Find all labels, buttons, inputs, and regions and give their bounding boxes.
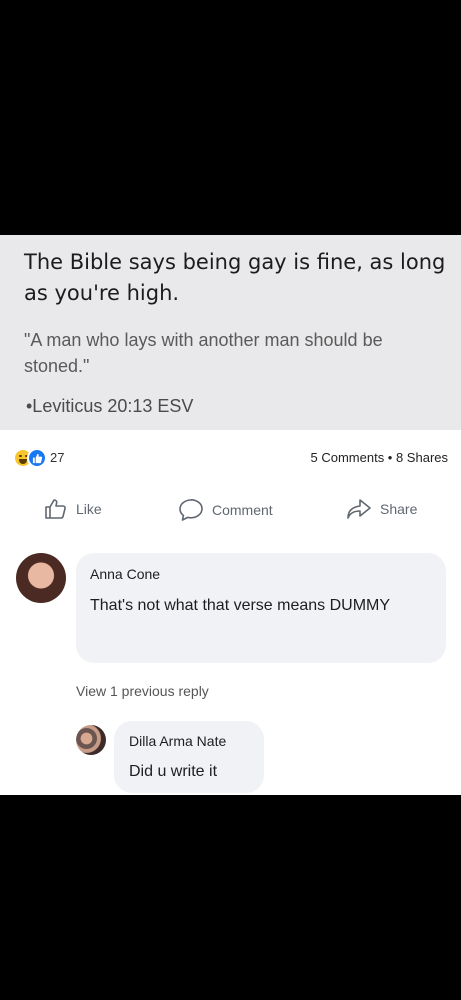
reply-bubble: Dilla Arma Nate Did u write it [114,721,264,793]
avatar[interactable] [16,553,66,603]
comment-bubble: Anna Cone That's not what that verse mea… [76,553,446,663]
post-stats: 27 5 Comments • 8 Shares [0,448,461,470]
meme-image: The Bible says being gay is fine, as lon… [0,235,461,430]
meme-quote: "A man who lays with another man should … [24,330,383,376]
meme-citation: •Leviticus 20:13 ESV [26,396,194,416]
comments-shares-count[interactable]: 5 Comments • 8 Shares [311,450,449,465]
speech-bubble-icon [179,499,203,521]
comment-text: That's not what that verse means DUMMY [90,597,391,614]
thumbs-up-icon [45,499,66,519]
comment-button[interactable]: Comment [178,498,273,522]
action-bar: Like Comment Share [0,498,461,528]
comment-text: Did u write it [129,763,218,780]
meme-title: The Bible says being gay is fine, as lon… [24,250,446,305]
comment-author[interactable]: Dilla Arma Nate [129,733,226,749]
view-previous-reply-link[interactable]: View 1 previous reply [76,683,209,699]
share-button[interactable]: Share [346,498,417,520]
reaction-icons[interactable] [13,448,47,468]
like-label: Like [76,501,102,517]
share-arrow-icon [347,499,371,519]
avatar[interactable] [76,725,106,755]
comment-author[interactable]: Anna Cone [90,566,160,582]
share-label: Share [380,501,418,517]
like-button[interactable]: Like [44,498,102,520]
reaction-count[interactable]: 27 [50,450,64,465]
like-reaction-icon [27,448,47,468]
facebook-post: The Bible says being gay is fine, as lon… [0,235,461,795]
comment-label: Comment [212,502,273,518]
